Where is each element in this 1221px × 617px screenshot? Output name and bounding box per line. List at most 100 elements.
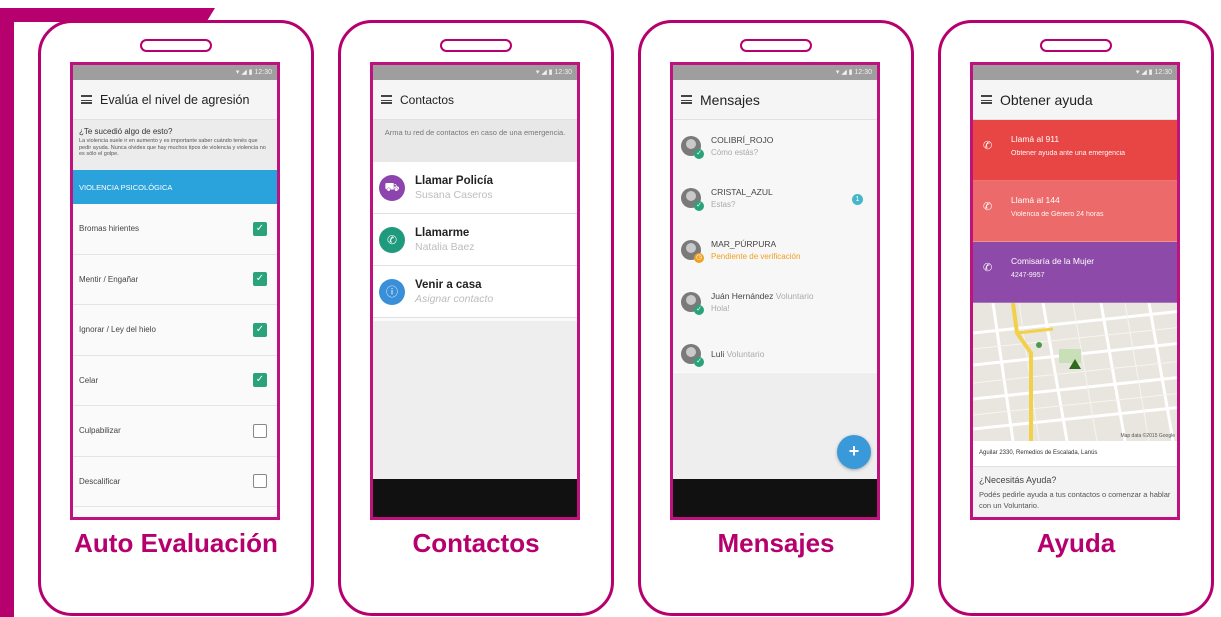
help-card[interactable]: ✆ Llamá al 144 Violencia de Género 24 hora… xyxy=(973,181,1177,242)
message-sender: COLIBRÍ_ROJO xyxy=(711,135,773,145)
avatar-icon: ◷ xyxy=(681,240,704,263)
message-text: MAR_PÚRPURA Pendiente de verificación xyxy=(711,239,800,261)
sender-role: Voluntario xyxy=(775,291,814,301)
phone-mensajes: ▾ ◢ ▮ 12:30 Mensajes ✓ COLIBRÍ_ROJO Cómo e… xyxy=(638,20,914,616)
checklist-row[interactable]: Ignorar / Ley del hielo ✓ xyxy=(73,305,277,356)
contact-row[interactable]: ⛟ Llamar Policía Susana Caseros xyxy=(373,162,577,214)
help-card-title: Llamá al 911 xyxy=(1011,134,1060,144)
contact-row[interactable]: ✆ Llamarme Natalia Baez xyxy=(373,214,577,266)
phone-icon: ✆ xyxy=(379,226,405,253)
intro-panel: ¿Te sucedió algo de esto? La violencia s… xyxy=(73,120,277,170)
status-time: 12:30 xyxy=(1154,69,1172,76)
message-preview: Pendiente de verificación xyxy=(711,252,801,261)
message-row[interactable]: ✓ Juán Hernández Voluntario Hola! xyxy=(673,276,877,328)
message-preview: Cómo estás? xyxy=(711,148,759,157)
checklist-row[interactable]: Celar ✓ xyxy=(73,355,277,406)
menu-icon[interactable] xyxy=(981,95,992,104)
phone-caption: Mensajes xyxy=(717,528,835,558)
checklist-row[interactable]: Mentir / Engañar ✓ xyxy=(73,254,277,305)
message-list: ✓ COLIBRÍ_ROJO Cómo estás? ✓ CRISTAL_AZUL Est… xyxy=(673,120,877,372)
help-card-text: Comisaría de la Mujer 4247-9957 xyxy=(1011,256,1094,279)
speaker-slot xyxy=(140,39,212,52)
phone-icon: ✆ xyxy=(983,201,993,213)
menu-icon[interactable] xyxy=(381,95,392,104)
app-bar: Obtener ayuda xyxy=(973,80,1177,120)
avatar-icon: ✓ xyxy=(681,344,704,367)
contact-title: Llamarme xyxy=(415,226,470,239)
contact-row[interactable]: ⓘ Venir a casa Asignar contacto xyxy=(373,266,577,318)
home-icon: ⓘ xyxy=(379,278,405,305)
avatar-icon: ✓ xyxy=(681,188,704,211)
need-help-text: Podés pedirle ayuda a tus contactos o co… xyxy=(979,490,1171,510)
intro-question: ¿Te sucedió algo de esto? xyxy=(79,127,173,136)
sender-name: Luli xyxy=(711,349,725,359)
message-preview: Hola! xyxy=(711,304,730,313)
help-cards: ✆ Llamá al 911 Obtener ayuda ante una emer… xyxy=(973,120,1177,303)
checkbox-checked-icon[interactable]: ✓ xyxy=(253,322,267,337)
page-title: Contactos xyxy=(400,92,455,107)
help-card-subtitle: 4247-9957 xyxy=(1011,272,1045,279)
status-bar: ▾ ◢ ▮ 12:30 xyxy=(973,65,1177,80)
phone-caption: Auto Evaluación xyxy=(74,528,278,558)
message-sender: Luli Voluntario xyxy=(711,349,764,359)
contact-title: Venir a casa xyxy=(415,278,482,291)
screen-ayuda: ▾ ◢ ▮ 12:30 Obtener ayuda ✆ Llamá al 911 O… xyxy=(970,62,1180,520)
map-view[interactable]: Map data ©2015 Google xyxy=(973,303,1177,441)
checklist-row[interactable]: Bromas hirientes ✓ xyxy=(73,204,277,255)
verified-check-icon: ✓ xyxy=(694,201,704,211)
message-sender: Juán Hernández Voluntario xyxy=(711,291,814,301)
add-button[interactable]: + xyxy=(837,435,871,469)
help-card[interactable]: ✆ Comisaría de la Mujer 4247-9957 xyxy=(973,242,1177,303)
checklist-row[interactable]: Descalificar xyxy=(73,456,277,507)
checkbox-checked-icon[interactable]: ✓ xyxy=(253,272,267,287)
menu-icon[interactable] xyxy=(681,95,692,104)
checklist-label: Descalificar xyxy=(79,476,121,486)
verified-check-icon: ✓ xyxy=(694,149,704,159)
avatar-icon: ✓ xyxy=(681,136,704,159)
screen-contactos: ▾ ◢ ▮ 12:30 Contactos Arma tu red de con… xyxy=(370,62,580,520)
help-card[interactable]: ✆ Llamá al 911 Obtener ayuda ante una emer… xyxy=(973,120,1177,181)
phone-icon: ✆ xyxy=(983,140,993,152)
message-row[interactable]: ✓ CRISTAL_AZUL Estas? 1 xyxy=(673,172,877,224)
contact-subtitle: Natalia Baez xyxy=(415,240,475,253)
checklist-row[interactable]: Culpabilizar xyxy=(73,406,277,457)
verified-check-icon: ✓ xyxy=(694,305,704,315)
checkbox-checked-icon[interactable]: ✓ xyxy=(253,373,267,388)
checklist-label: Ignorar / Ley del hielo xyxy=(79,325,156,335)
message-sender: CRISTAL_AZUL xyxy=(711,187,773,197)
checkbox-checked-icon[interactable]: ✓ xyxy=(253,221,267,236)
sender-name: CRISTAL_AZUL xyxy=(711,187,773,197)
status-bar: ▾ ◢ ▮ 12:30 xyxy=(373,65,577,80)
category-label: VIOLENCIA PSICOLÓGICA xyxy=(79,182,173,192)
menu-icon[interactable] xyxy=(81,95,92,104)
nav-bar xyxy=(373,479,577,517)
help-card-text: Llamá al 144 Violencia de Género 24 horas xyxy=(1011,195,1104,218)
contact-text: Venir a casa Asignar contacto xyxy=(415,279,493,305)
message-text: Luli Voluntario xyxy=(711,349,764,359)
checklist-label: Culpabilizar xyxy=(79,426,121,436)
sender-name: MAR_PÚRPURA xyxy=(711,239,777,249)
help-card-subtitle: Violencia de Género 24 horas xyxy=(1011,211,1104,218)
phone-ayuda: ▾ ◢ ▮ 12:30 Obtener ayuda ✆ Llamá al 911 O… xyxy=(938,20,1214,616)
contact-subtitle: Asignar contacto xyxy=(415,292,494,305)
help-card-title: Comisaría de la Mujer xyxy=(1011,256,1095,266)
screen-mensajes: ▾ ◢ ▮ 12:30 Mensajes ✓ COLIBRÍ_ROJO Cómo e… xyxy=(670,62,880,520)
contact-subtitle: Susana Caseros xyxy=(415,188,493,201)
checkbox-empty-icon[interactable] xyxy=(253,474,267,489)
checklist-label: Mentir / Engañar xyxy=(79,274,139,284)
contacts-hint: Arma tu red de contactos en caso de una … xyxy=(373,120,577,162)
sender-name: Juán Hernández xyxy=(711,291,774,301)
status-time: 12:30 xyxy=(854,69,872,76)
message-preview: Estas? xyxy=(711,200,736,209)
help-card-subtitle: Obtener ayuda ante una emergencia xyxy=(1011,150,1126,157)
need-help-title: ¿Necesitás Ayuda? xyxy=(979,475,1057,485)
pending-clock-icon: ◷ xyxy=(694,253,704,263)
category-header[interactable]: VIOLENCIA PSICOLÓGICA xyxy=(73,170,277,204)
message-row[interactable]: ✓ COLIBRÍ_ROJO Cómo estás? xyxy=(673,120,877,172)
help-card-title: Llamá al 144 xyxy=(1011,195,1060,205)
message-row[interactable]: ◷ MAR_PÚRPURA Pendiente de verificación xyxy=(673,224,877,276)
checkbox-empty-icon[interactable] xyxy=(253,423,267,438)
status-bar: ▾ ◢ ▮ 12:30 xyxy=(73,65,277,80)
speaker-slot xyxy=(740,39,812,52)
nav-bar xyxy=(673,479,877,517)
